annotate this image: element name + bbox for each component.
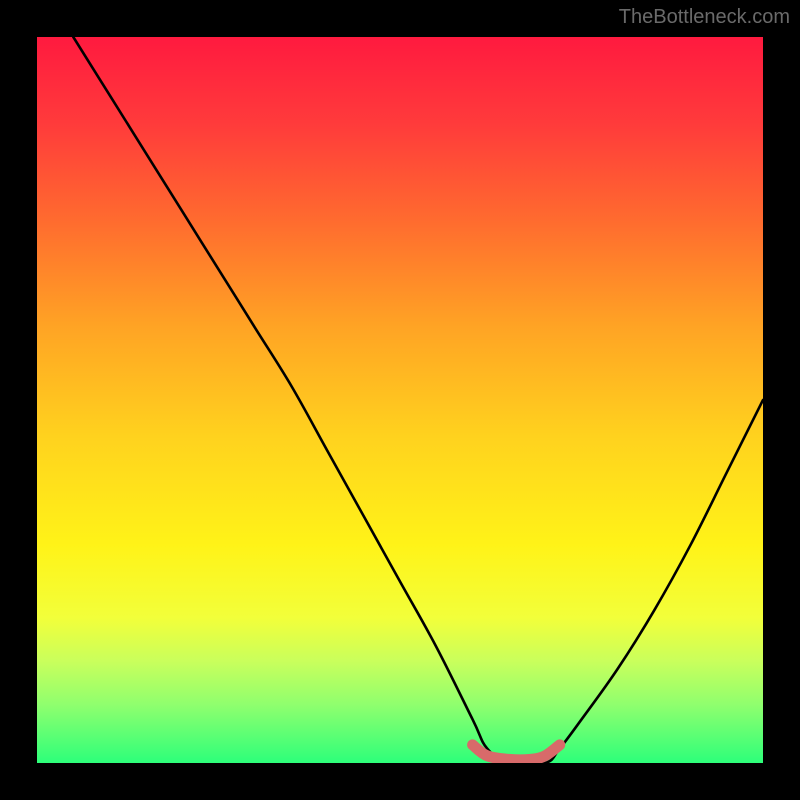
bottleneck-curve — [73, 37, 763, 763]
watermark-text: TheBottleneck.com — [619, 6, 790, 29]
chart-svg — [37, 37, 763, 763]
chart-frame: TheBottleneck.com — [0, 0, 800, 800]
plot-area — [37, 37, 763, 763]
